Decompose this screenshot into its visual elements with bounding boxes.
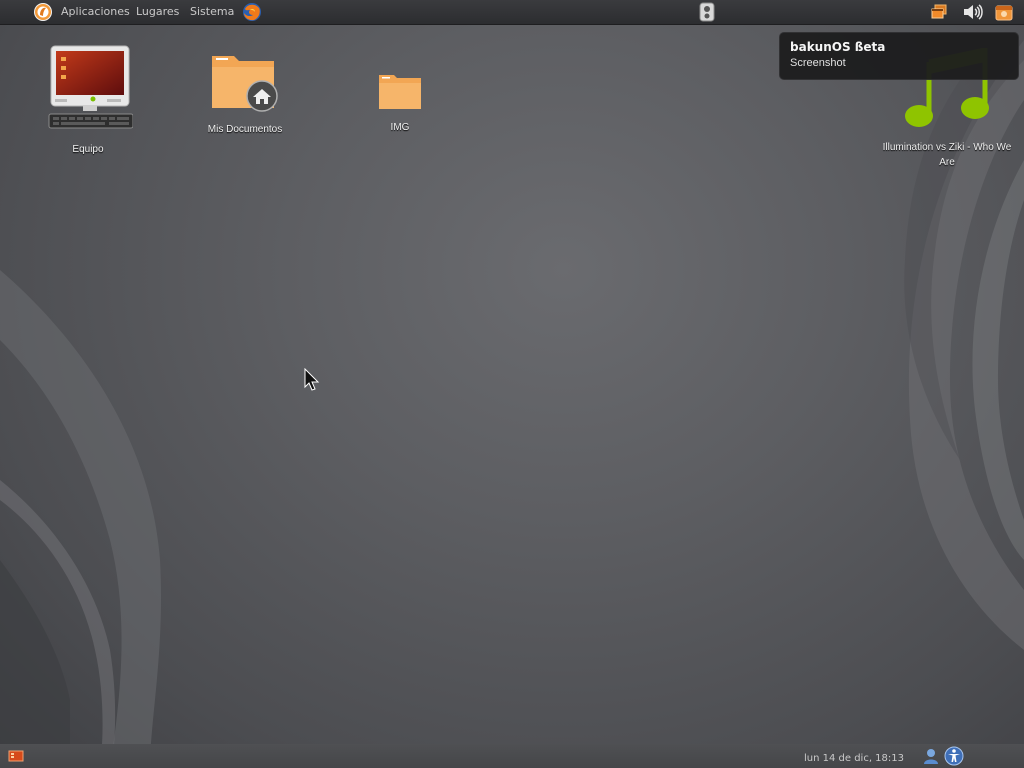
desktop-icon-equipo[interactable]: Equipo [38, 44, 138, 157]
clock[interactable]: lun 14 de dic, 18:13 [804, 753, 904, 764]
desktop-icon-label: Equipo [72, 144, 104, 155]
show-desktop-icon[interactable] [8, 748, 24, 764]
desktop-icon-label: Mis Documentos [207, 124, 283, 135]
volume-icon[interactable] [961, 2, 985, 22]
desktop-icon-mis-documentos[interactable]: Mis Documentos [195, 50, 295, 137]
window-list-icon[interactable] [929, 2, 949, 22]
user-icon[interactable] [922, 747, 940, 765]
accessibility-icon[interactable] [944, 746, 964, 766]
update-notifier-icon[interactable] [994, 2, 1014, 22]
audio-device-icon[interactable] [698, 2, 716, 22]
desktop-wallpaper [0, 0, 1024, 768]
mouse-pointer-icon [304, 368, 320, 391]
folder-icon [379, 75, 421, 109]
notification-bubble[interactable]: bakunOS ßeta Screenshot [779, 32, 1019, 80]
firefox-icon[interactable] [242, 2, 262, 22]
notification-body: Screenshot [790, 57, 846, 69]
menu-aplicaciones[interactable]: Aplicaciones [59, 0, 132, 24]
desktop-icon-img[interactable]: IMG [360, 72, 440, 135]
top-panel: Aplicaciones Lugares Sistema [0, 0, 1024, 25]
distro-logo-icon[interactable] [33, 2, 53, 22]
desktop-icon-label: IMG [390, 122, 410, 133]
bottom-panel: lun 14 de dic, 18:13 [0, 744, 1024, 768]
computer-icon [48, 45, 134, 129]
desktop-icon-label: Illumination vs Ziki - Who We Are [882, 142, 1012, 168]
menu-sistema[interactable]: Sistema [188, 0, 236, 24]
notification-title: bakunOS ßeta [790, 40, 886, 54]
menu-lugares[interactable]: Lugares [134, 0, 181, 24]
home-folder-icon [212, 56, 278, 112]
